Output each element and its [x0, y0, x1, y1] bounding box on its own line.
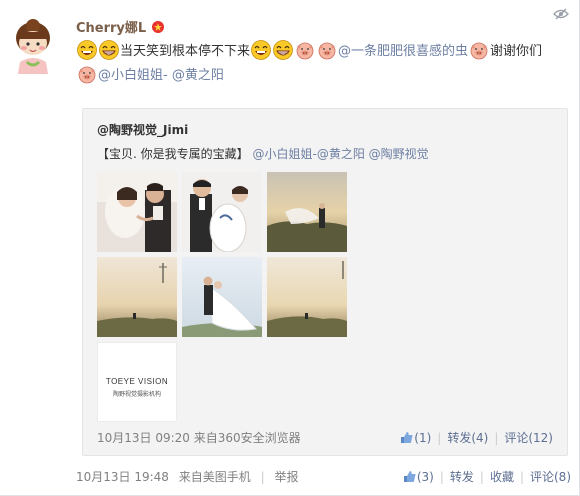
report-link[interactable]: 举报	[274, 470, 298, 484]
post-text: 当天笑到根本停不下来 @一条肥肥很喜感的虫 谢谢你们 @小白姐姐- @黄之阳	[76, 40, 571, 88]
repost-card: @陶野视觉_Jimi 【宝贝. 你是我专属的宝藏】 @小白姐姐-@黄之阳 @陶野…	[82, 108, 568, 456]
grin-emoticon	[99, 40, 119, 60]
like-icon[interactable]	[403, 470, 416, 483]
logo-subtitle: 陶野视觉摄影机构	[112, 391, 161, 398]
nickname-row: Cherry娜L	[76, 18, 571, 38]
mention-link[interactable]: @一条肥肥很喜感的虫	[338, 44, 468, 59]
divider: |	[494, 431, 499, 445]
post-text-segment-1: 当天笑到根本停不下来	[120, 44, 251, 59]
photo-thumbnail[interactable]	[267, 257, 347, 337]
mention-link[interactable]: @黄之阳	[317, 147, 365, 161]
post-time[interactable]: 10月13日 19:48	[76, 470, 169, 484]
photo-thumbnail[interactable]	[267, 172, 347, 252]
mention-link[interactable]: @小白姐姐-	[252, 147, 316, 161]
repost-like-count[interactable]: (1)	[414, 431, 431, 445]
repost-text-body: 【宝贝. 你是我专属的宝藏】	[97, 147, 249, 161]
laugh-emoticon	[77, 40, 97, 60]
repost-time[interactable]: 10月13日 09:20	[97, 431, 190, 445]
post-favorite-link[interactable]: 收藏	[490, 470, 514, 484]
post-actions: (3) | 转发 | 收藏 | 评论(8)	[403, 468, 571, 486]
pig-emoticon	[318, 42, 336, 60]
divider: |	[260, 470, 265, 484]
photo-thumbnail[interactable]	[182, 257, 262, 337]
post-comment-link[interactable]: 评论(8)	[530, 470, 571, 484]
logo-thumbnail[interactable]: TOEYE VISION 陶野视觉摄影机构	[97, 342, 177, 422]
repost-source: 来自360安全浏览器	[193, 431, 301, 445]
photo-thumbnail[interactable]	[97, 257, 177, 337]
vip-icon[interactable]	[152, 21, 165, 33]
repost-comment-link[interactable]: 评论(12)	[504, 431, 553, 445]
pig-emoticon	[470, 42, 488, 60]
repost-text: 【宝贝. 你是我专属的宝藏】 @小白姐姐-@黄之阳 @陶野视觉	[97, 145, 429, 162]
repost-footer: 10月13日 09:20 来自360安全浏览器 (1) | 转发(4) | 评论(12)	[97, 429, 553, 447]
repost-actions: (1) | 转发(4) | 评论(12)	[400, 429, 553, 447]
mention-link[interactable]: @小白姐姐-	[98, 68, 168, 83]
mention-link[interactable]: @陶野视觉	[369, 147, 429, 161]
mention-link[interactable]: @黄之阳	[172, 68, 224, 83]
grin-emoticon	[273, 40, 293, 60]
divider: |	[519, 470, 524, 484]
repost-author-link[interactable]: @陶野视觉_Jimi	[97, 121, 188, 138]
post-source: 来自美图手机	[178, 470, 251, 484]
photo-thumbnail[interactable]	[182, 172, 262, 252]
user-avatar[interactable]	[8, 18, 58, 76]
pig-emoticon	[296, 42, 314, 60]
nickname-link[interactable]: Cherry娜L	[76, 21, 146, 36]
post-footer: 10月13日 19:48 来自美图手机 | 举报 (3) | 转发 | 收藏 | 评论(8)	[76, 468, 571, 486]
laugh-emoticon	[251, 40, 271, 60]
logo-title: TOEYE VISION	[105, 377, 169, 386]
repost-forward-link[interactable]: 转发(4)	[447, 431, 488, 445]
post-like-count[interactable]: (3)	[417, 470, 434, 484]
post-text-segment-3: 谢谢你们	[490, 44, 543, 59]
post-forward-link[interactable]: 转发	[450, 470, 474, 484]
divider: |	[437, 431, 442, 445]
pig-emoticon	[78, 66, 96, 84]
like-icon[interactable]	[400, 431, 413, 444]
divider: |	[439, 470, 444, 484]
post-content: Cherry娜L 当天笑到根本停不下来 @一条肥肥很喜感的虫 谢谢你们 @小白姐…	[76, 18, 571, 88]
divider: |	[479, 470, 484, 484]
photo-thumbnail[interactable]	[97, 172, 177, 252]
